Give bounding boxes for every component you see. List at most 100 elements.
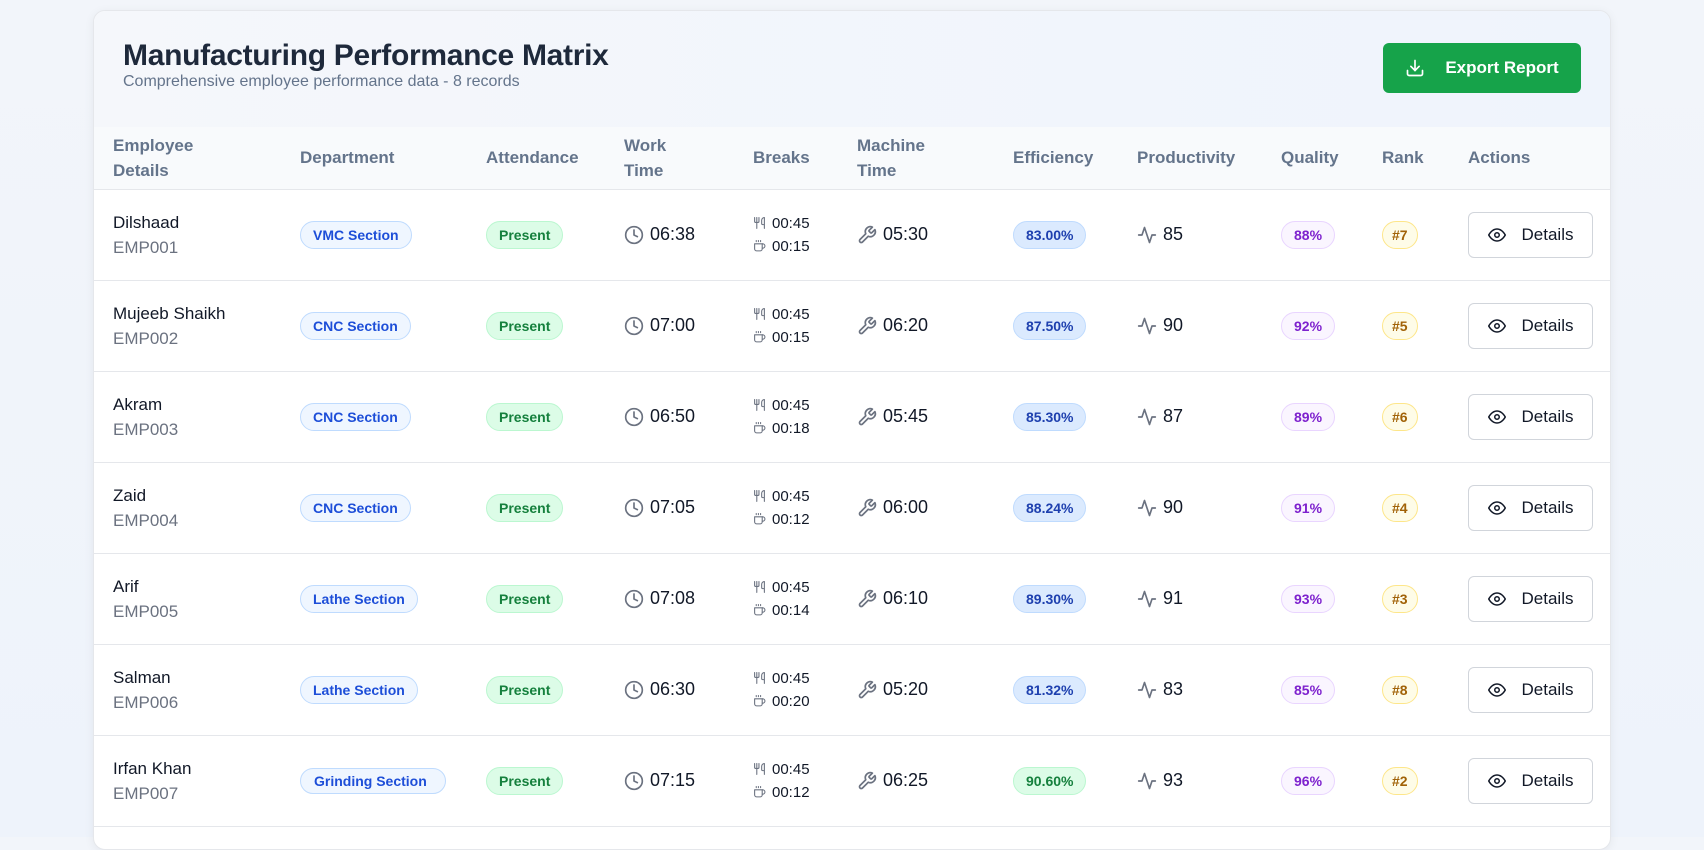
efficiency-badge: 85.30% xyxy=(1013,402,1087,431)
department-cell: VMC Section xyxy=(281,189,467,281)
breaks-cell: 00:45 00:18 xyxy=(734,371,838,463)
department-cell: CNC Section xyxy=(281,280,467,372)
quality-badge: 85% xyxy=(1281,675,1336,704)
employee-name: Dilshaad xyxy=(113,212,180,232)
tea-break-value: 00:14 xyxy=(772,601,810,619)
clock-icon xyxy=(624,407,644,427)
work-time-cell: 06:50 xyxy=(605,371,734,463)
utensils-icon xyxy=(753,489,766,503)
actions-cell: Details xyxy=(1449,644,1610,736)
details-button[interactable]: Details xyxy=(1468,211,1593,258)
rank-badge: #5 xyxy=(1382,311,1418,340)
tea-break-value: 00:18 xyxy=(772,419,810,437)
col-breaks: Breaks xyxy=(734,127,838,190)
details-button[interactable]: Details xyxy=(1468,393,1593,440)
col-attendance: Attendance xyxy=(467,127,605,190)
table-row: Mujeeb Shaikh EMP002 CNC Section Present… xyxy=(94,280,1610,372)
attendance-badge: Present xyxy=(486,584,564,613)
actions-cell: Details xyxy=(1449,462,1610,554)
export-report-button[interactable]: Export Report xyxy=(1383,43,1581,93)
wrench-icon xyxy=(857,225,877,245)
department-cell: Lathe Section xyxy=(281,553,467,645)
efficiency-badge: 89.30% xyxy=(1013,584,1087,613)
utensils-icon xyxy=(753,307,766,321)
details-button[interactable]: Details xyxy=(1468,302,1593,349)
efficiency-badge: 83.00% xyxy=(1013,220,1087,249)
clock-icon xyxy=(624,680,644,700)
employee-name: Irfan Khan xyxy=(113,758,192,778)
breaks-cell: 00:45 00:12 xyxy=(734,462,838,554)
actions-cell: Details xyxy=(1449,553,1610,645)
table-row: Zaid EMP004 CNC Section Present 07:05 00… xyxy=(94,462,1610,554)
work-time-value: 07:08 xyxy=(650,588,696,608)
machine-time-value: 06:00 xyxy=(883,497,929,517)
department-badge: Lathe Section xyxy=(300,675,418,704)
attendance-cell: Present xyxy=(467,644,605,736)
table-row: Dilshaad EMP001 VMC Section Present 06:3… xyxy=(94,189,1610,281)
details-button[interactable]: Details xyxy=(1468,757,1593,804)
efficiency-cell: 85.30% xyxy=(994,371,1118,463)
machine-time-cell: 06:00 xyxy=(838,462,994,554)
eye-icon xyxy=(1487,590,1506,608)
tea-break-value: 00:12 xyxy=(772,510,810,528)
clock-icon xyxy=(624,225,644,245)
tea-break-value: 00:20 xyxy=(772,692,810,710)
utensils-icon xyxy=(753,762,766,776)
details-label: Details xyxy=(1521,679,1574,699)
quality-badge: 91% xyxy=(1281,493,1336,522)
productivity-value: 90 xyxy=(1163,497,1184,517)
col-employee-details: Employee Details xyxy=(94,127,281,190)
eye-icon xyxy=(1487,317,1506,335)
details-button[interactable]: Details xyxy=(1468,575,1593,622)
attendance-cell: Present xyxy=(467,735,605,827)
activity-icon xyxy=(1137,225,1157,245)
quality-badge: 93% xyxy=(1281,584,1336,613)
details-button[interactable]: Details xyxy=(1468,666,1593,713)
attendance-badge: Present xyxy=(486,493,564,522)
quality-cell: 93% xyxy=(1262,553,1363,645)
coffee-icon xyxy=(753,512,766,526)
card-header: Manufacturing Performance Matrix Compreh… xyxy=(94,11,1610,127)
machine-time-cell: 05:45 xyxy=(838,371,994,463)
coffee-icon xyxy=(753,239,766,253)
department-badge: CNC Section xyxy=(300,493,411,522)
activity-icon xyxy=(1137,316,1157,336)
productivity-value: 91 xyxy=(1163,588,1184,608)
productivity-value: 90 xyxy=(1163,315,1184,335)
eye-icon xyxy=(1487,681,1506,699)
department-badge: Lathe Section xyxy=(300,584,418,613)
work-time-value: 07:00 xyxy=(650,315,696,335)
export-report-label: Export Report xyxy=(1445,58,1559,77)
download-icon xyxy=(1405,58,1425,78)
utensils-icon xyxy=(753,580,766,594)
efficiency-cell: 88.24% xyxy=(994,462,1118,554)
eye-icon xyxy=(1487,408,1506,426)
employee-id: EMP007 xyxy=(113,783,179,803)
productivity-cell: 85 xyxy=(1118,189,1262,281)
utensils-icon xyxy=(753,671,766,685)
table-body: Dilshaad EMP001 VMC Section Present 06:3… xyxy=(94,189,1610,827)
details-button[interactable]: Details xyxy=(1468,484,1593,531)
clock-icon xyxy=(624,589,644,609)
department-cell: Grinding Section xyxy=(281,735,467,827)
rank-badge: #6 xyxy=(1382,402,1418,431)
machine-time-value: 06:10 xyxy=(883,588,929,608)
productivity-value: 93 xyxy=(1163,770,1184,790)
eye-icon xyxy=(1487,772,1506,790)
employee-name: Arif xyxy=(113,576,139,596)
breaks-cell: 00:45 00:12 xyxy=(734,735,838,827)
actions-cell: Details xyxy=(1449,189,1610,281)
page-title: Manufacturing Performance Matrix xyxy=(123,39,609,72)
employee-id: EMP005 xyxy=(113,601,179,621)
department-badge: Grinding Section xyxy=(300,767,446,794)
activity-icon xyxy=(1137,771,1157,791)
machine-time-cell: 05:20 xyxy=(838,644,994,736)
performance-table: Employee Details Department Attendance W… xyxy=(94,127,1610,827)
clock-icon xyxy=(624,316,644,336)
attendance-cell: Present xyxy=(467,189,605,281)
attendance-badge: Present xyxy=(486,402,564,431)
utensils-icon xyxy=(753,216,766,230)
page-subtitle: Comprehensive employee performance data … xyxy=(123,73,520,90)
work-time-value: 07:05 xyxy=(650,497,696,517)
employee-cell: Akram EMP003 xyxy=(94,371,281,463)
